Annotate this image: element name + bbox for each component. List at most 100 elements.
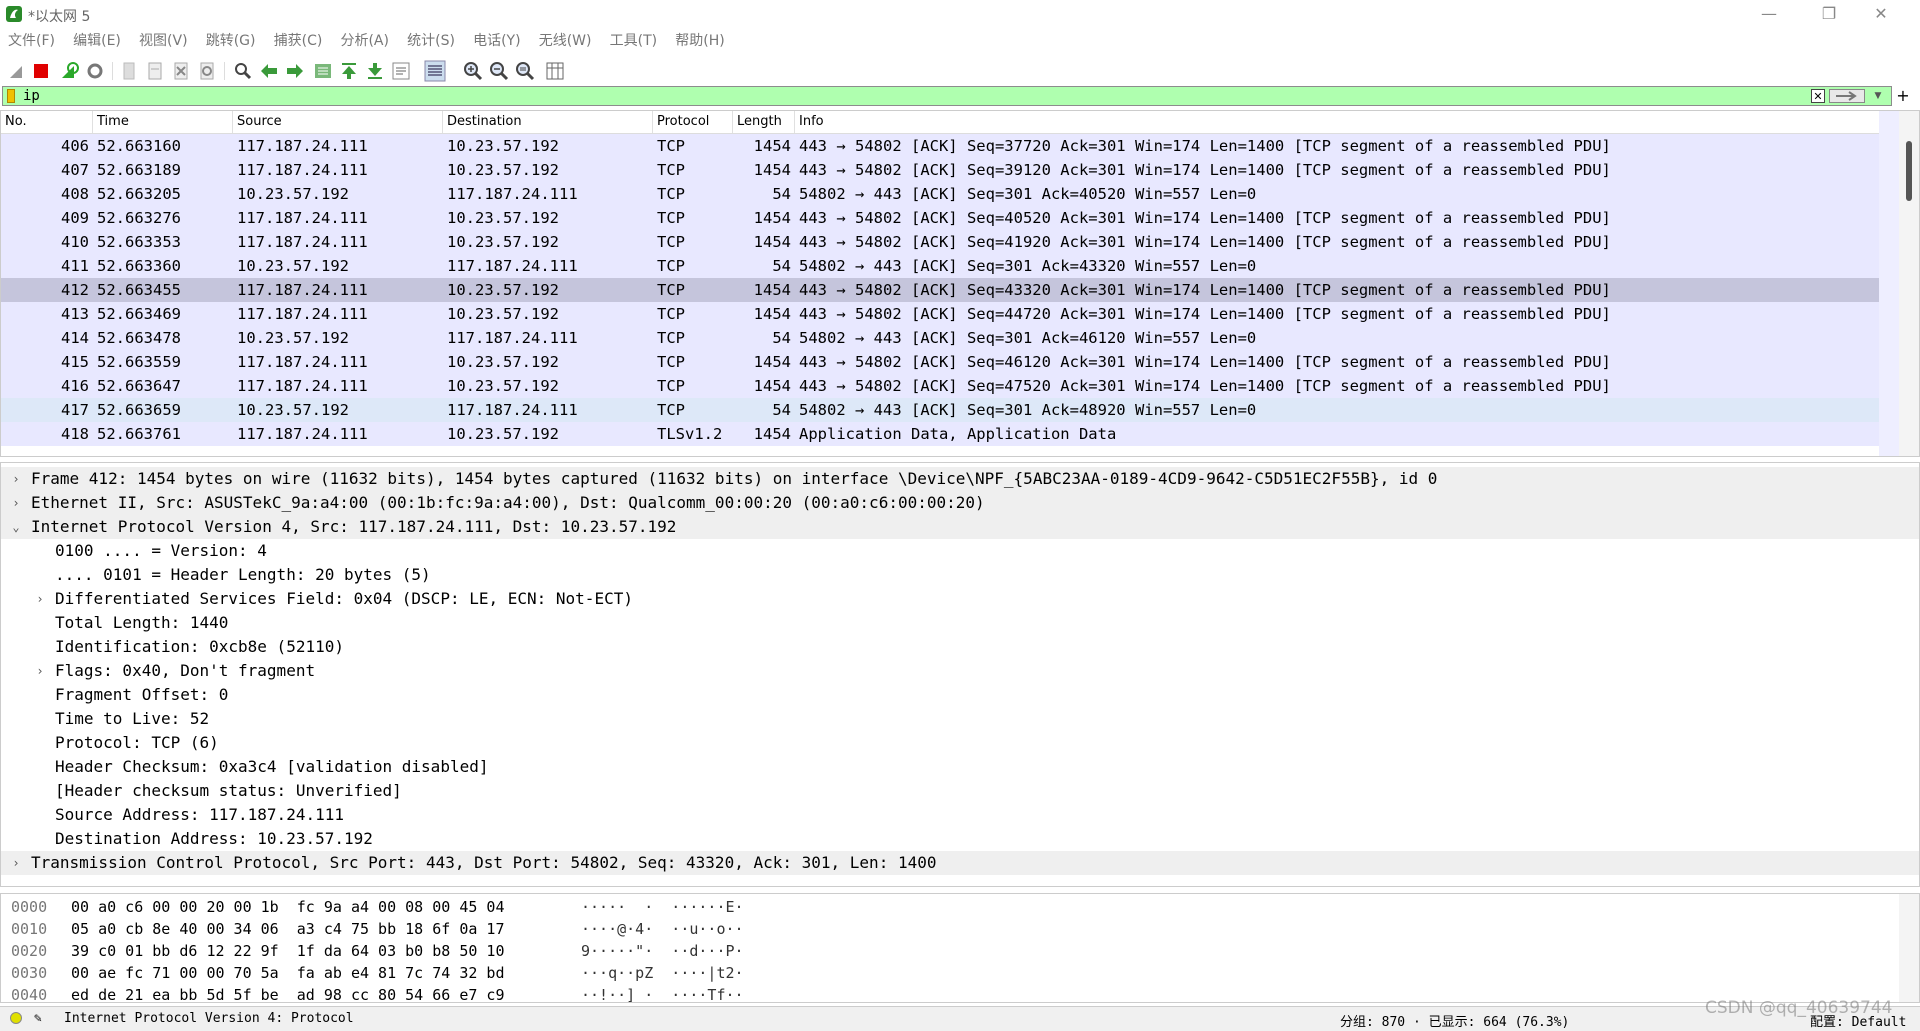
save-file-icon[interactable] xyxy=(144,60,166,82)
menu-capture[interactable]: 捕获(C) xyxy=(268,28,329,54)
tree-item[interactable]: Destination Address: 10.23.57.192 xyxy=(1,827,1919,851)
open-file-icon[interactable] xyxy=(118,60,140,82)
hex-bytes[interactable]: 00 a0 c6 00 00 20 00 1b fc 9a a4 00 08 0… xyxy=(71,896,504,918)
chevron-right-icon[interactable]: › xyxy=(9,467,23,491)
table-row[interactable]: 415 52.663559 117.187.24.111 10.23.57.192 TC… xyxy=(1,350,1899,374)
zoom-out-icon[interactable] xyxy=(488,60,510,82)
table-row[interactable]: 414 52.663478 10.23.57.192 117.187.24.111 TC… xyxy=(1,326,1899,350)
tree-item[interactable]: Header Checksum: 0xa3c4 [validation disa… xyxy=(1,755,1919,779)
menu-file[interactable]: 文件(F) xyxy=(2,28,61,54)
zoom-in-icon[interactable] xyxy=(462,60,484,82)
restart-capture-icon[interactable] xyxy=(58,60,80,82)
filter-history-dropdown[interactable]: ▼ xyxy=(1871,89,1885,103)
clear-filter-icon[interactable]: ✕ xyxy=(1811,89,1825,103)
menu-analyze[interactable]: 分析(A) xyxy=(334,28,395,54)
column-header-destination[interactable]: Destination xyxy=(443,111,653,133)
colorize-icon[interactable] xyxy=(424,60,446,82)
chevron-right-icon[interactable]: › xyxy=(33,659,47,683)
shark-fin-start-icon[interactable] xyxy=(6,60,28,82)
tree-item[interactable]: 0100 .... = Version: 4 xyxy=(1,539,1919,563)
tree-item[interactable]: › Frame 412: 1454 bytes on wire (11632 bi… xyxy=(1,467,1919,491)
go-forward-icon[interactable] xyxy=(284,60,306,82)
table-row[interactable]: 417 52.663659 10.23.57.192 117.187.24.111 TC… xyxy=(1,398,1899,422)
capture-comment-icon[interactable]: ✎ xyxy=(34,1011,42,1026)
hex-ascii[interactable]: ···q··pZ ····|t2· xyxy=(581,962,744,984)
table-row[interactable]: 411 52.663360 10.23.57.192 117.187.24.111 TC… xyxy=(1,254,1899,278)
hex-bytes[interactable]: 00 ae fc 71 00 00 70 5a fa ab e4 81 7c 7… xyxy=(71,962,504,984)
menu-help[interactable]: 帮助(H) xyxy=(669,28,730,54)
hex-bytes[interactable]: ed de 21 ea bb 5d 5f be ad 98 cc 80 54 6… xyxy=(71,984,504,1002)
go-back-icon[interactable] xyxy=(258,60,280,82)
filter-bookmark-icon[interactable] xyxy=(7,89,15,103)
minimize-button[interactable]: — xyxy=(1746,0,1792,28)
column-header-protocol[interactable]: Protocol xyxy=(653,111,733,133)
table-row[interactable]: 409 52.663276 117.187.24.111 10.23.57.192 TC… xyxy=(1,206,1899,230)
close-button[interactable]: ✕ xyxy=(1858,0,1904,28)
close-file-icon[interactable] xyxy=(170,60,192,82)
display-filter-input[interactable] xyxy=(23,87,1823,105)
go-last-icon[interactable] xyxy=(364,60,386,82)
expert-info-led-icon[interactable] xyxy=(10,1012,22,1024)
column-header-info[interactable]: Info xyxy=(795,111,1895,133)
table-row[interactable]: 407 52.663189 117.187.24.111 10.23.57.192 TC… xyxy=(1,158,1899,182)
chevron-right-icon[interactable]: › xyxy=(33,587,47,611)
tree-item[interactable]: Source Address: 117.187.24.111 xyxy=(1,803,1919,827)
hex-ascii[interactable]: ····@·4· ··u··o·· xyxy=(581,918,744,940)
tree-item[interactable]: Total Length: 1440 xyxy=(1,611,1919,635)
hex-offset[interactable]: 0000 xyxy=(11,896,47,918)
hex-bytes[interactable]: 05 a0 cb 8e 40 00 34 06 a3 c4 75 bb 18 6… xyxy=(71,918,504,940)
bytes-scrollbar[interactable] xyxy=(1899,894,1919,1002)
chevron-down-icon[interactable]: ⌄ xyxy=(9,515,23,539)
menu-wireless[interactable]: 无线(W) xyxy=(533,28,598,54)
hex-offset[interactable]: 0040 xyxy=(11,984,47,1002)
resize-columns-icon[interactable] xyxy=(544,60,566,82)
tree-item[interactable]: › Ethernet II, Src: ASUSTekC_9a:a4:00 (00… xyxy=(1,491,1919,515)
hex-ascii[interactable]: ··!··]_· ····Tf·· xyxy=(581,984,744,1002)
go-first-icon[interactable] xyxy=(338,60,360,82)
table-row[interactable]: 410 52.663353 117.187.24.111 10.23.57.192 TC… xyxy=(1,230,1899,254)
tree-item[interactable]: [Header checksum status: Unverified] xyxy=(1,779,1919,803)
hex-ascii[interactable]: 9·····"· ··d···P· xyxy=(581,940,744,962)
tree-item[interactable]: Protocol: TCP (6) xyxy=(1,731,1919,755)
tree-item[interactable]: Time to Live: 52 xyxy=(1,707,1919,731)
scrollbar-thumb[interactable] xyxy=(1906,141,1912,201)
stop-capture-icon[interactable] xyxy=(30,60,52,82)
table-row[interactable]: 413 52.663469 117.187.24.111 10.23.57.192 TC… xyxy=(1,302,1899,326)
hex-offset[interactable]: 0020 xyxy=(11,940,47,962)
tree-item[interactable]: Fragment Offset: 0 xyxy=(1,683,1919,707)
hex-ascii[interactable]: ····· · ······E· xyxy=(581,896,744,918)
chevron-right-icon[interactable]: › xyxy=(9,851,23,875)
packet-list-scrollbar[interactable] xyxy=(1899,111,1919,456)
table-row[interactable]: 406 52.663160 117.187.24.111 10.23.57.192 TC… xyxy=(1,134,1899,158)
hex-offset[interactable]: 0030 xyxy=(11,962,47,984)
column-header-length[interactable]: Length xyxy=(733,111,795,133)
tree-item[interactable]: Identification: 0xcb8e (52110) xyxy=(1,635,1919,659)
auto-scroll-icon[interactable] xyxy=(390,60,412,82)
tree-item[interactable]: ⌄ Internet Protocol Version 4, Src: 117.1… xyxy=(1,515,1919,539)
table-row[interactable]: 408 52.663205 10.23.57.192 117.187.24.111 TC… xyxy=(1,182,1899,206)
table-row[interactable]: 412 52.663455 117.187.24.111 10.23.57.192 TC… xyxy=(1,278,1899,302)
menu-telephony[interactable]: 电话(Y) xyxy=(467,28,526,54)
chevron-right-icon[interactable]: › xyxy=(9,491,23,515)
packet-minimap[interactable] xyxy=(1879,111,1899,456)
apply-filter-button[interactable] xyxy=(1829,89,1865,103)
find-packet-icon[interactable] xyxy=(232,60,254,82)
menu-tools[interactable]: 工具(T) xyxy=(604,28,663,54)
column-header-source[interactable]: Source xyxy=(233,111,443,133)
add-filter-button[interactable]: + xyxy=(1893,86,1913,106)
menu-statistics[interactable]: 统计(S) xyxy=(401,28,461,54)
zoom-normal-icon[interactable] xyxy=(514,60,536,82)
tree-item[interactable]: › Flags: 0x40, Don't fragment xyxy=(1,659,1919,683)
capture-options-icon[interactable] xyxy=(84,60,106,82)
column-header-time[interactable]: Time xyxy=(93,111,233,133)
table-row[interactable]: 418 52.663761 117.187.24.111 10.23.57.192 TL… xyxy=(1,422,1899,446)
menu-go[interactable]: 跳转(G) xyxy=(200,28,262,54)
hex-bytes[interactable]: 39 c0 01 bb d6 12 22 9f 1f da 64 03 b0 b… xyxy=(71,940,504,962)
restore-button[interactable]: ❐ xyxy=(1806,0,1852,28)
column-header-no[interactable]: No. xyxy=(1,111,93,133)
hex-offset[interactable]: 0010 xyxy=(11,918,47,940)
reload-file-icon[interactable] xyxy=(196,60,218,82)
tree-item[interactable]: › Differentiated Services Field: 0x04 (DS… xyxy=(1,587,1919,611)
tree-item[interactable]: › Transmission Control Protocol, Src Port… xyxy=(1,851,1919,875)
table-row[interactable]: 416 52.663647 117.187.24.111 10.23.57.192 TC… xyxy=(1,374,1899,398)
